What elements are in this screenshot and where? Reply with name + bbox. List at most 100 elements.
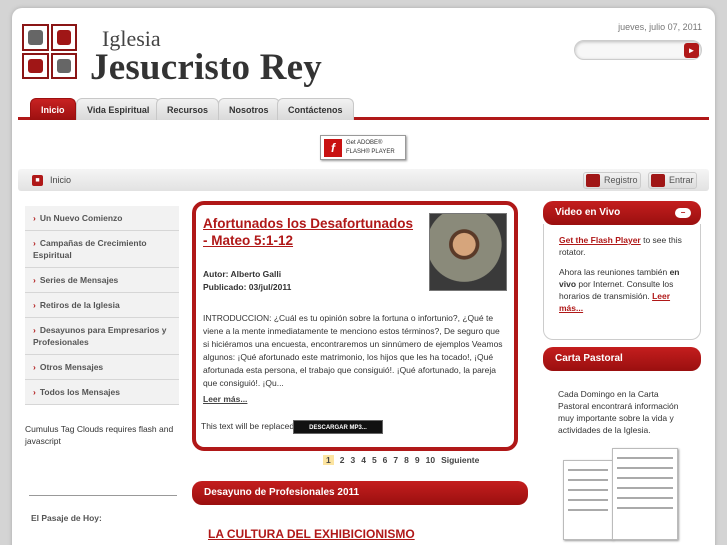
pastoral-title: Carta Pastoral: [555, 353, 623, 364]
registro-button[interactable]: Registro: [583, 172, 641, 189]
registro-label: Registro: [604, 175, 638, 185]
search-button[interactable]: ►: [684, 43, 699, 58]
register-icon: [586, 174, 600, 187]
text-line: [617, 487, 673, 489]
search-box: ►: [574, 40, 702, 60]
next-page-link[interactable]: Siguiente: [441, 455, 479, 465]
live-notice-a: Ahora las reuniones también: [559, 267, 670, 277]
current-date: jueves, julio 07, 2011: [618, 22, 702, 32]
sidebar-item-label: Otros Mensajes: [39, 362, 104, 372]
breadcrumb-bar: ■ Inicio Registro Entrar: [18, 169, 709, 191]
article-excerpt: INTRODUCCION: ¿Cuál es tu opinión sobre …: [203, 313, 503, 388]
article-author: Autor: Alberto Galli: [203, 269, 282, 279]
video-title: Video en Vivo: [555, 207, 621, 218]
brand-title[interactable]: Jesucristo Rey: [90, 46, 322, 89]
text-line: [617, 467, 673, 469]
main-nav: Inicio Vida Espiritual Recursos Nosotros…: [18, 98, 709, 120]
text-line: [568, 469, 608, 471]
page-link[interactable]: 2: [340, 455, 345, 465]
bullet-icon: ›: [33, 300, 36, 310]
left-sidebar-menu: › Un Nuevo Comienzo › Campañas de Crecimie…: [25, 206, 179, 405]
sidebar-item-series[interactable]: › Series de Mensajes: [25, 268, 179, 293]
download-mp3-button[interactable]: DESCARGAR MP3...: [293, 420, 383, 434]
tab-contactenos[interactable]: Contáctenos: [277, 98, 354, 120]
search-input[interactable]: [581, 44, 681, 57]
flash-badge-line1: Get ADOBE®: [346, 140, 383, 146]
pastoral-description: Cada Domingo en la Carta Pastoral encont…: [558, 389, 679, 435]
page-link[interactable]: 8: [404, 455, 409, 465]
text-line: [617, 507, 673, 509]
tag-cloud-notice: Cumulus Tag Clouds requires flash and ja…: [25, 424, 174, 446]
player-placeholder-text: This text will be replaced: [201, 421, 295, 431]
live-notice: Ahora las reuniones también en vivo por …: [559, 266, 689, 314]
pasaje-heading: El Pasaje de Hoy:: [31, 513, 102, 523]
bullet-icon: ›: [33, 387, 36, 397]
text-line: [568, 499, 608, 501]
section-header-desayuno: Desayuno de Profesionales 2011: [192, 481, 528, 505]
bullet-icon: ›: [33, 213, 36, 223]
collapse-toggle[interactable]: −: [675, 208, 691, 218]
logo-quadrant: [50, 52, 77, 79]
tab-vida-espiritual[interactable]: Vida Espiritual: [76, 98, 161, 120]
logo-quadrant: [22, 24, 49, 51]
entrar-label: Entrar: [669, 175, 694, 185]
bullet-icon: ›: [33, 238, 36, 248]
flash-icon: f: [324, 139, 342, 157]
page-link[interactable]: 6: [383, 455, 388, 465]
tab-nosotros[interactable]: Nosotros: [218, 98, 280, 120]
page-link[interactable]: 7: [393, 455, 398, 465]
pastoral-letter-thumbnail[interactable]: [563, 460, 613, 540]
article-title[interactable]: Afortunados los Desafortunados - Mateo 5…: [203, 215, 413, 249]
text-line: [568, 479, 608, 481]
sidebar-item-label: Todos los Mensajes: [39, 387, 120, 397]
pastoral-letter-thumbnail[interactable]: [612, 448, 678, 540]
video-box: Get the Flash Player to see this rotator…: [543, 224, 701, 340]
page-link[interactable]: 1: [323, 455, 334, 465]
read-more-link[interactable]: Leer más...: [203, 394, 247, 404]
bullet-icon: ›: [33, 275, 36, 285]
logo-quadrant: [22, 52, 49, 79]
page-link[interactable]: 5: [372, 455, 377, 465]
arrow-right-icon: ►: [687, 46, 696, 55]
tab-recursos[interactable]: Recursos: [156, 98, 220, 120]
text-line: [617, 477, 673, 479]
page-link[interactable]: 3: [350, 455, 355, 465]
page-link[interactable]: 10: [426, 455, 435, 465]
home-icon: ■: [32, 175, 43, 186]
lock-icon: [651, 174, 665, 187]
sidebar-item-label: Desayunos para Empresarios y Profesional…: [33, 325, 167, 347]
get-flash-link[interactable]: Get the Flash Player: [559, 235, 641, 245]
video-flash-notice: Get the Flash Player to see this rotator…: [559, 234, 689, 258]
desayuno-headline[interactable]: LA CULTURA DEL EXHIBICIONISMO: [208, 527, 415, 541]
pagination: 1 2 3 4 5 6 7 8 9 10 Siguiente: [323, 455, 485, 465]
entrar-button[interactable]: Entrar: [648, 172, 697, 189]
page-link[interactable]: 4: [361, 455, 366, 465]
text-line: [617, 457, 673, 459]
logo-quadrant: [50, 24, 77, 51]
sidebar-item-label: Series de Mensajes: [39, 275, 119, 285]
bullet-icon: ›: [33, 362, 36, 372]
article-date: Publicado: 03/jul/2011: [203, 282, 292, 292]
sidebar-item-campanas[interactable]: › Campañas de Crecimiento Espiritual: [25, 231, 179, 268]
text-line: [568, 489, 608, 491]
featured-article: Afortunados los Desafortunados - Mateo 5…: [192, 201, 518, 451]
page-link[interactable]: 9: [415, 455, 420, 465]
breadcrumb[interactable]: Inicio: [50, 175, 71, 185]
section-header-video: Video en Vivo −: [543, 201, 701, 225]
sidebar-item-label: Campañas de Crecimiento Espiritual: [33, 238, 147, 260]
text-line: [568, 509, 608, 511]
author-photo: [429, 213, 507, 291]
flash-badge-line2: FLASH® PLAYER: [346, 149, 395, 155]
bullet-icon: ›: [33, 325, 36, 335]
tab-inicio[interactable]: Inicio: [30, 98, 76, 120]
sidebar-item-nuevo-comienzo[interactable]: › Un Nuevo Comienzo: [25, 206, 179, 231]
sidebar-item-retiros[interactable]: › Retiros de la Iglesia: [25, 293, 179, 318]
sidebar-item-todos[interactable]: › Todos los Mensajes: [25, 380, 179, 405]
text-line: [617, 497, 673, 499]
get-flash-badge[interactable]: f Get ADOBE® FLASH® PLAYER: [320, 135, 406, 160]
sidebar-item-otros[interactable]: › Otros Mensajes: [25, 355, 179, 380]
sidebar-item-desayunos[interactable]: › Desayunos para Empresarios y Profesiona…: [25, 318, 179, 355]
sidebar-item-label: Un Nuevo Comienzo: [39, 213, 123, 223]
divider: [29, 495, 177, 496]
church-logo[interactable]: [22, 24, 77, 79]
